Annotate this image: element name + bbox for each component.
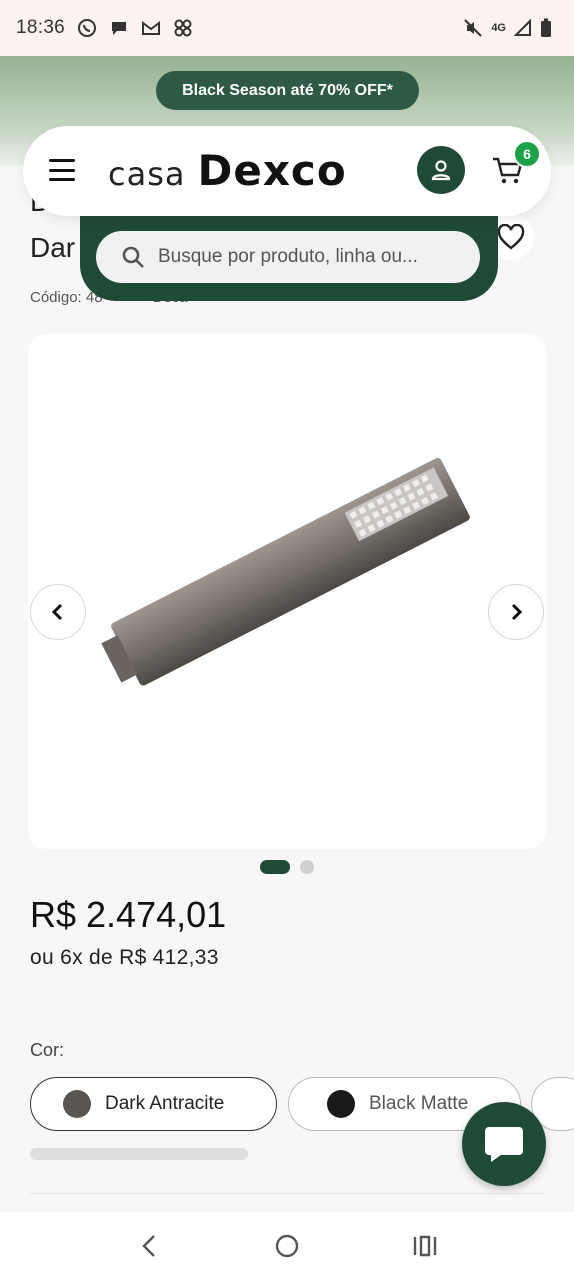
signal-icon bbox=[514, 19, 531, 36]
logo-casa: casa bbox=[108, 155, 186, 193]
color-option-label: Black Matte bbox=[369, 1093, 469, 1114]
recents-button[interactable] bbox=[405, 1226, 445, 1266]
product-price: R$ 2.474,01 bbox=[30, 894, 227, 935]
back-button[interactable] bbox=[129, 1226, 169, 1266]
header-bar: casa Dexco 6 bbox=[23, 126, 551, 216]
color-option-dark-antracite[interactable]: Dark Antracite bbox=[30, 1077, 277, 1131]
gallery-pagination bbox=[260, 860, 314, 874]
divider bbox=[30, 1193, 544, 1194]
recents-icon bbox=[413, 1235, 437, 1257]
chat-button[interactable] bbox=[462, 1102, 546, 1186]
battery-icon bbox=[541, 18, 551, 37]
product-title-line2: Dar bbox=[30, 232, 76, 263]
back-icon bbox=[142, 1235, 155, 1257]
pinwheel-icon bbox=[174, 19, 192, 37]
gallery-dot[interactable] bbox=[300, 860, 314, 874]
chevron-right-icon bbox=[511, 603, 523, 621]
chevron-left-icon bbox=[51, 603, 63, 621]
mute-icon bbox=[464, 19, 483, 37]
installments-text: ou 6x de R$ 412,33 bbox=[30, 946, 219, 969]
logo-brand: Dexco bbox=[197, 146, 347, 195]
promo-banner[interactable]: Black Season até 70% OFF* bbox=[156, 71, 419, 110]
whatsapp-icon bbox=[78, 19, 97, 37]
status-bar: 18:36 4G bbox=[0, 0, 574, 56]
color-swatch bbox=[63, 1090, 91, 1118]
logo[interactable]: casa Dexco bbox=[108, 146, 347, 196]
product-image-card bbox=[28, 334, 546, 849]
home-button[interactable] bbox=[267, 1226, 307, 1266]
color-option-label: Dark Antracite bbox=[105, 1093, 225, 1114]
color-label: Cor: bbox=[30, 1040, 65, 1060]
chat-bubble-icon bbox=[485, 1127, 523, 1162]
search-icon bbox=[122, 246, 144, 268]
cart-count-badge: 6 bbox=[513, 140, 541, 168]
color-swatch bbox=[327, 1090, 355, 1118]
gallery-prev-button[interactable] bbox=[30, 584, 86, 640]
product-image bbox=[101, 457, 470, 686]
search-input[interactable] bbox=[158, 246, 468, 268]
network-label: 4G bbox=[491, 22, 506, 34]
color-scrollbar[interactable] bbox=[30, 1148, 248, 1160]
gmail-icon bbox=[142, 21, 161, 35]
gallery-next-button[interactable] bbox=[488, 584, 544, 640]
user-icon bbox=[431, 160, 451, 181]
heart-icon bbox=[497, 224, 525, 250]
search-panel bbox=[80, 215, 498, 301]
status-time: 18:36 bbox=[16, 17, 66, 38]
system-nav-bar bbox=[0, 1212, 574, 1280]
chat-icon bbox=[112, 22, 127, 35]
search-box[interactable] bbox=[96, 231, 480, 283]
gallery-dot-active[interactable] bbox=[260, 860, 290, 874]
menu-button[interactable] bbox=[49, 159, 75, 181]
home-icon bbox=[275, 1234, 299, 1258]
account-button[interactable] bbox=[417, 146, 465, 194]
